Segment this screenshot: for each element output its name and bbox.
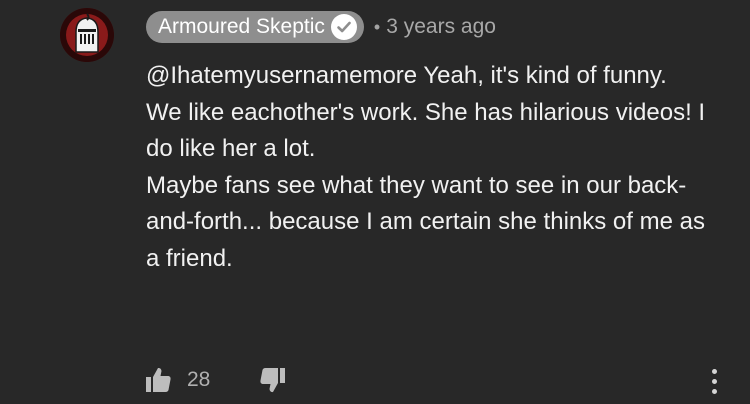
- vertical-ellipsis-icon: [711, 378, 717, 384]
- author-name-button[interactable]: Armoured Skeptic: [146, 11, 364, 43]
- comment-line: Maybe fans see what they want to see in …: [146, 171, 705, 272]
- vertical-ellipsis-icon: [711, 388, 717, 394]
- comment-text: @Ihatemyusernamemore Yeah, it's kind of …: [146, 58, 706, 277]
- dislike-button[interactable]: [258, 365, 288, 395]
- comment-line: We like eachother's work. She has hilari…: [146, 98, 706, 163]
- vertical-ellipsis-icon: [711, 368, 717, 374]
- separator-dot: •: [373, 16, 381, 37]
- checkmark-icon: [330, 14, 357, 40]
- author-avatar[interactable]: [60, 8, 114, 62]
- comment-line: @Ihatemyusernamemore Yeah, it's kind of …: [146, 62, 667, 89]
- comment-card: Armoured Skeptic • 3 years ago @Ihatemyu…: [0, 0, 750, 404]
- thumbs-up-icon: [146, 367, 171, 392]
- knight-helmet-avatar-icon: [60, 8, 114, 62]
- comment-timestamp[interactable]: 3 years ago: [386, 15, 496, 39]
- like-count: 28: [187, 368, 211, 391]
- like-button[interactable]: 28: [143, 365, 210, 395]
- more-options-button[interactable]: [702, 364, 726, 398]
- comment-header: Armoured Skeptic • 3 years ago: [146, 11, 496, 43]
- thumbs-down-icon: [260, 368, 286, 393]
- author-name: Armoured Skeptic: [158, 15, 325, 38]
- comment-actions: 28: [143, 362, 288, 398]
